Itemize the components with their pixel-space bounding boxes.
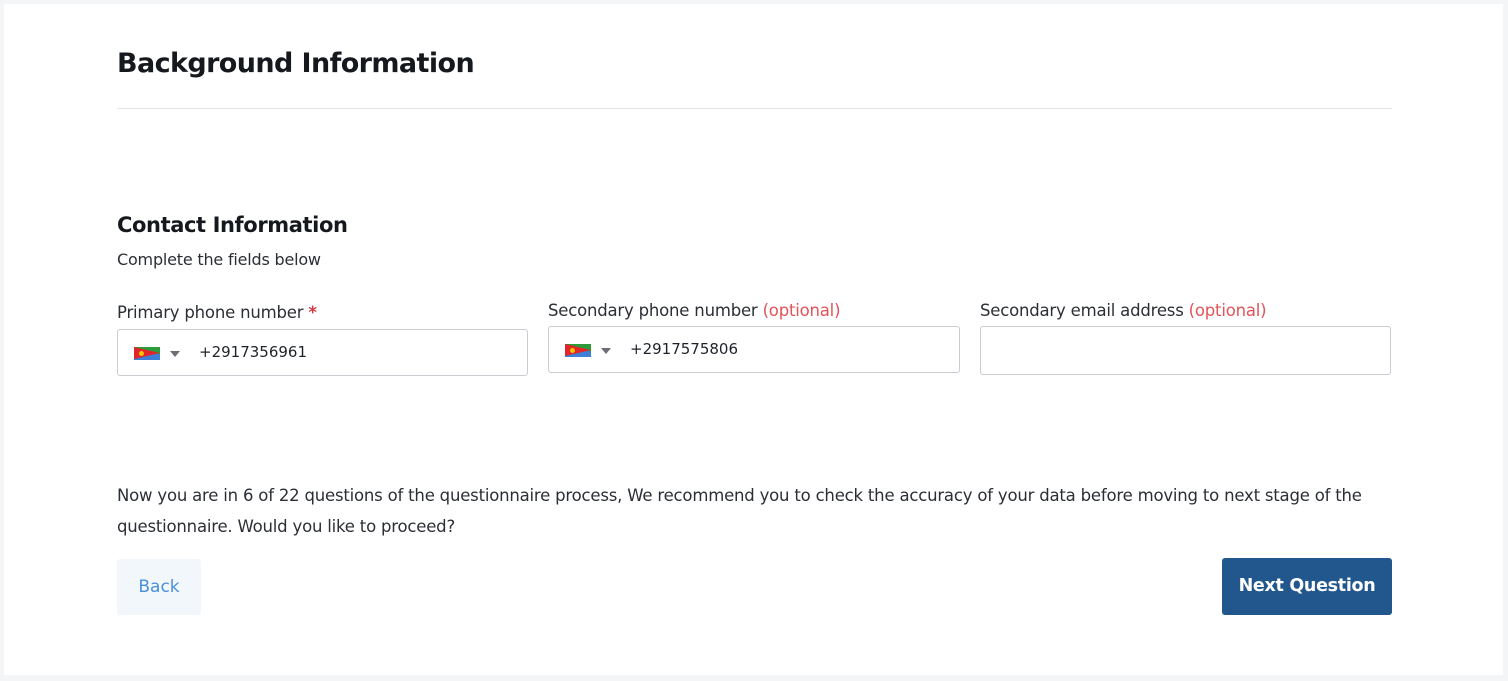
- required-marker: *: [308, 303, 317, 322]
- header-divider: [117, 108, 1392, 109]
- secondary-phone-value[interactable]: +2917575806: [630, 340, 738, 358]
- back-button[interactable]: Back: [117, 559, 201, 615]
- section-title: Contact Information: [117, 213, 348, 237]
- optional-marker: (optional): [762, 301, 841, 320]
- chevron-down-icon[interactable]: [170, 351, 180, 357]
- secondary-email-input[interactable]: [981, 327, 1390, 374]
- chevron-down-icon[interactable]: [601, 348, 611, 354]
- primary-phone-value[interactable]: +2917356961: [199, 343, 307, 361]
- form-card: Background Information Contact Informati…: [4, 4, 1503, 675]
- primary-phone-field[interactable]: +2917356961: [117, 329, 528, 376]
- primary-phone-label: Primary phone number *: [117, 303, 317, 322]
- progress-notice: Now you are in 6 of 22 questions of the …: [117, 486, 1362, 536]
- primary-phone-label-text: Primary phone number: [117, 303, 304, 322]
- eritrea-flag-icon[interactable]: [565, 344, 591, 357]
- secondary-email-label: Secondary email address (optional): [980, 301, 1267, 320]
- secondary-email-field[interactable]: [980, 326, 1391, 375]
- secondary-email-label-text: Secondary email address: [980, 301, 1184, 320]
- secondary-phone-field[interactable]: +2917575806: [548, 326, 960, 373]
- secondary-phone-label-text: Secondary phone number: [548, 301, 758, 320]
- secondary-phone-label: Secondary phone number (optional): [548, 301, 841, 320]
- eritrea-flag-icon[interactable]: [134, 347, 160, 360]
- optional-marker: (optional): [1188, 301, 1267, 320]
- next-question-button[interactable]: Next Question: [1222, 558, 1392, 615]
- section-subtitle: Complete the fields below: [117, 250, 321, 269]
- page-title: Background Information: [117, 48, 475, 79]
